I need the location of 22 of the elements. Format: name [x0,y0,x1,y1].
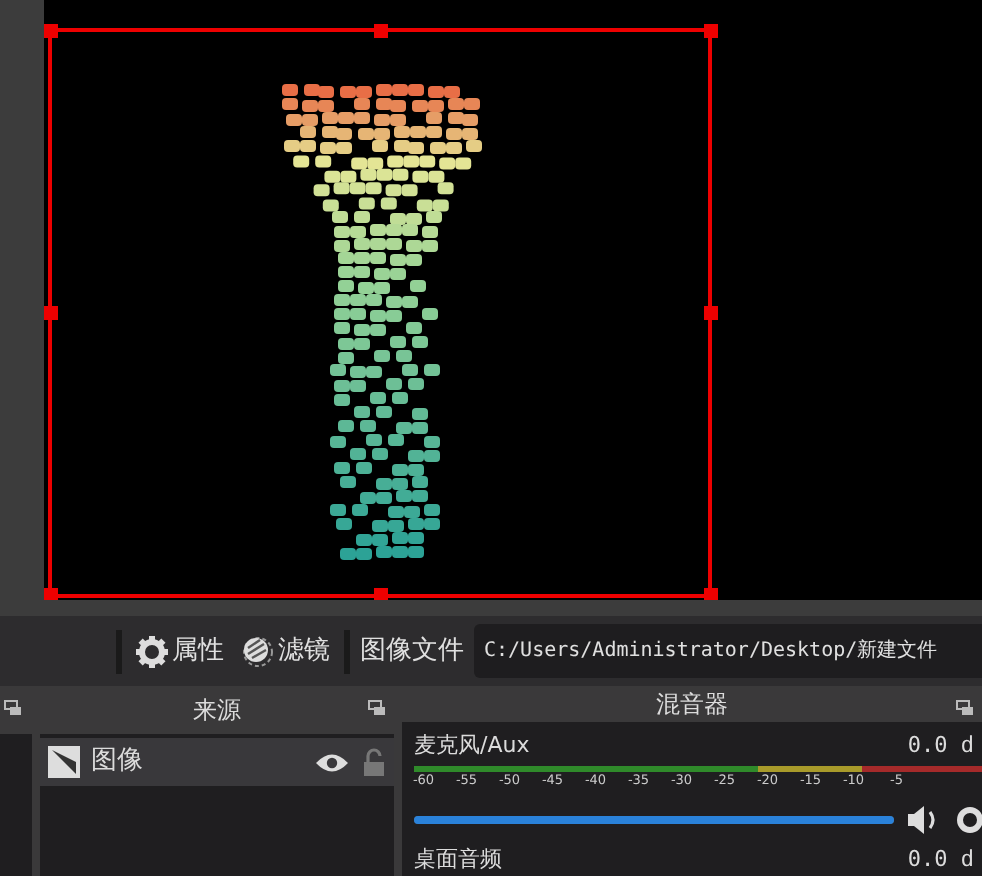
volume-reading: 0.0 d [907,730,974,762]
source-type-label: 图像文件 [360,633,464,670]
unlocked-lock-icon[interactable] [362,748,386,776]
file-path-field[interactable]: C:/Users/Administrator/Desktop/新建文件 [474,624,982,678]
selection-box[interactable] [44,24,718,600]
dock-title: 混音器 [656,688,728,722]
source-name: 图像 [91,744,146,781]
eye-icon[interactable] [314,751,350,773]
image-icon [47,746,80,778]
filter-icon [242,635,274,667]
channel-name: 麦克风/Aux [414,730,530,762]
properties-button[interactable]: 属性 [132,631,228,671]
filters-button[interactable]: 滤镜 [238,631,334,671]
gear-icon [136,635,168,667]
dock-title: 来源 [192,694,241,728]
channel-name: 桌面音频 [414,843,502,875]
volume-reading: 0.0 d [907,843,974,875]
undock-icon[interactable] [956,700,974,716]
volume-slider[interactable] [414,815,894,823]
undock-icon[interactable] [4,700,22,716]
source-item[interactable]: 图像 [39,738,394,786]
undock-icon[interactable] [368,700,386,716]
